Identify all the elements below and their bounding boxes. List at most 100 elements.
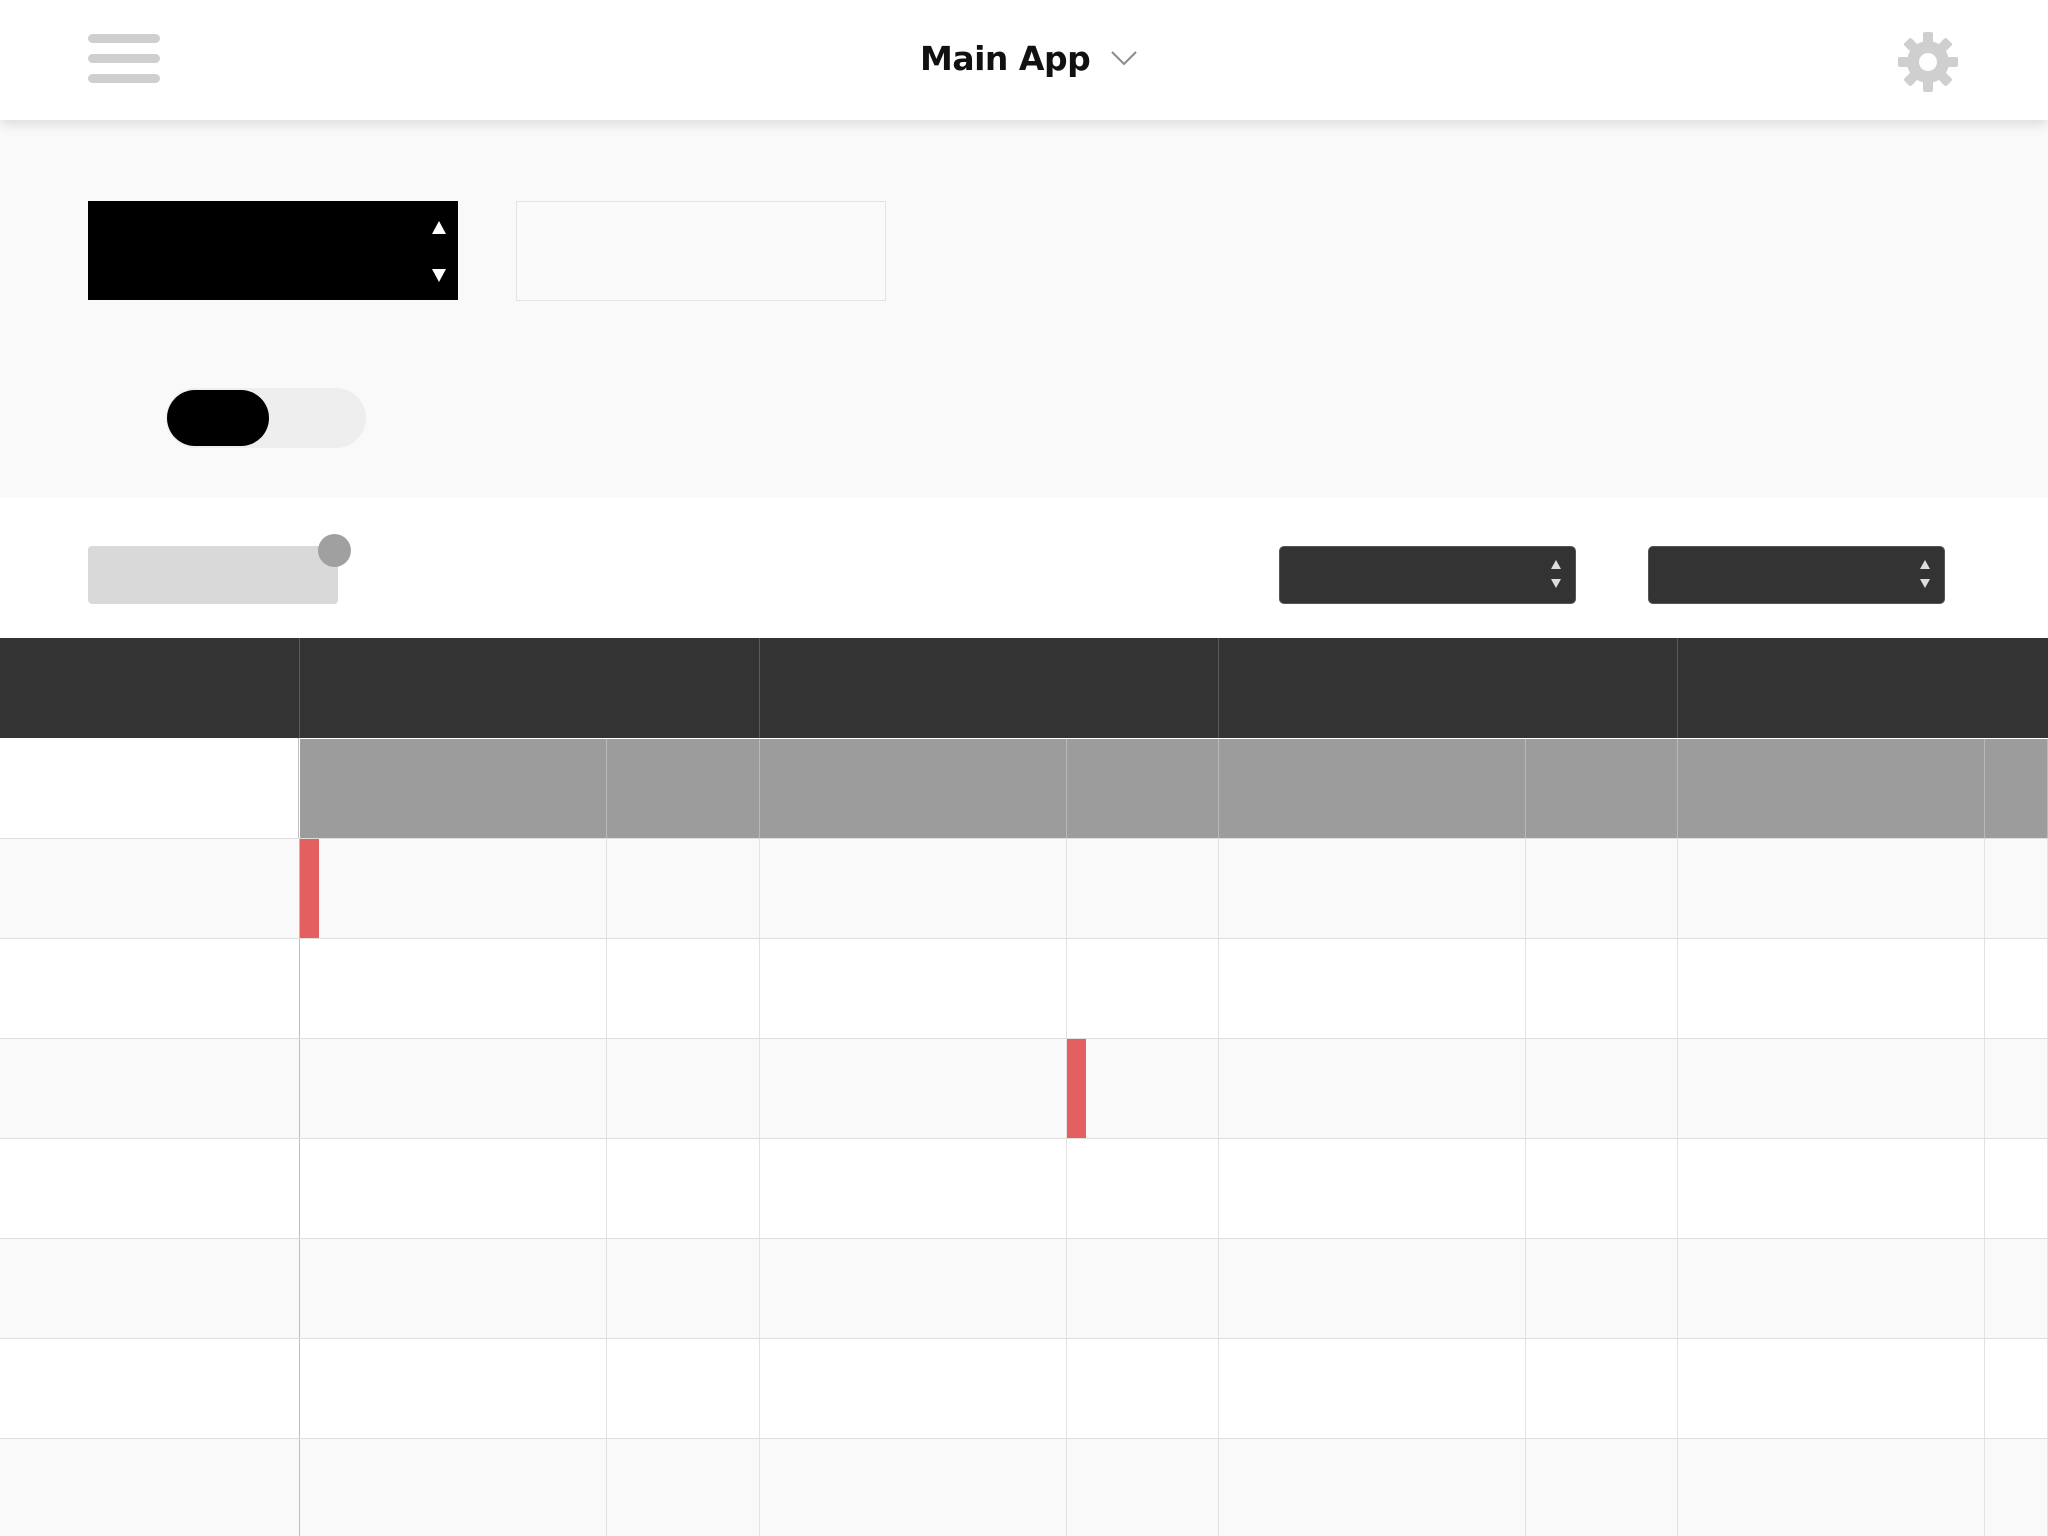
- stepper-down-icon[interactable]: [432, 269, 446, 282]
- grid-cell[interactable]: [1219, 839, 1526, 938]
- grid-row: [0, 1138, 2048, 1238]
- grid-row-label: [0, 1339, 300, 1438]
- grid-cell[interactable]: [760, 939, 1067, 1038]
- hamburger-menu-icon[interactable]: [88, 34, 160, 86]
- grid-cell[interactable]: [607, 1339, 760, 1438]
- grid-cell[interactable]: [607, 839, 760, 938]
- grid-cell[interactable]: [1678, 839, 1985, 938]
- grid-cell[interactable]: [1985, 839, 2048, 938]
- grid-cell[interactable]: [1067, 839, 1219, 938]
- grid-cell[interactable]: [1219, 1039, 1526, 1138]
- grid-cell[interactable]: [760, 839, 1067, 938]
- chevron-down-icon: [1111, 51, 1137, 66]
- grid-cell[interactable]: [1219, 939, 1526, 1038]
- grid-header-cell[interactable]: [1677, 638, 2048, 738]
- app-switcher[interactable]: Main App: [920, 30, 1138, 86]
- grid-row: [0, 1438, 2048, 1536]
- grid-subheader-cell: [300, 739, 607, 838]
- grid-cell[interactable]: [1219, 1439, 1526, 1536]
- select-dropdown-2[interactable]: [1648, 546, 1945, 604]
- grid-cell[interactable]: [300, 1239, 607, 1338]
- grid-cell[interactable]: [1526, 1139, 1678, 1238]
- toggle-knob: [167, 390, 269, 446]
- grid-cell[interactable]: [760, 1439, 1067, 1536]
- grid-cell[interactable]: [1985, 1039, 2048, 1138]
- top-bar: Main App: [0, 0, 2048, 120]
- grid-cell[interactable]: [760, 1139, 1067, 1238]
- grid-subheader-cell: [760, 739, 1067, 838]
- slider-track[interactable]: [88, 546, 338, 604]
- grid-cell[interactable]: [1678, 1239, 1985, 1338]
- grid-cell[interactable]: [607, 1139, 760, 1238]
- grid-cell[interactable]: [1526, 1239, 1678, 1338]
- grid-cell[interactable]: [1678, 939, 1985, 1038]
- text-input[interactable]: [516, 201, 886, 301]
- grid-cell[interactable]: [1219, 1339, 1526, 1438]
- grid-cell[interactable]: [1678, 1339, 1985, 1438]
- grid-cell[interactable]: [607, 939, 760, 1038]
- event-block[interactable]: [1067, 1039, 1086, 1138]
- grid-cell[interactable]: [607, 1439, 760, 1536]
- grid-subheader-cell: [1678, 739, 1985, 838]
- grid-cell[interactable]: [1985, 939, 2048, 1038]
- grid-subheader-cell: [1526, 739, 1678, 838]
- grid-cell[interactable]: [300, 1039, 607, 1138]
- grid-cell[interactable]: [760, 1339, 1067, 1438]
- grid-row: [0, 938, 2048, 1038]
- grid-cell[interactable]: [1067, 1239, 1219, 1338]
- grid-cell[interactable]: [300, 839, 607, 938]
- grid-row-label: [0, 1139, 300, 1238]
- grid-cell[interactable]: [1985, 1139, 2048, 1238]
- select-dropdown-1[interactable]: [1279, 546, 1576, 604]
- grid-cell[interactable]: [760, 1039, 1067, 1138]
- grid-cell[interactable]: [1678, 1139, 1985, 1238]
- slider-thumb[interactable]: [318, 534, 351, 567]
- grid-row-label: [0, 1039, 300, 1138]
- grid-cell[interactable]: [1526, 1339, 1678, 1438]
- grid-cell[interactable]: [1067, 1439, 1219, 1536]
- grid-cell[interactable]: [1678, 1039, 1985, 1138]
- grid-cell[interactable]: [1526, 939, 1678, 1038]
- grid-cell[interactable]: [760, 1239, 1067, 1338]
- grid-cell[interactable]: [1985, 1239, 2048, 1338]
- grid-cell[interactable]: [1067, 1039, 1219, 1138]
- app-title: Main App: [920, 38, 1091, 78]
- grid-header-cell[interactable]: [759, 638, 1218, 738]
- event-block[interactable]: [300, 839, 319, 938]
- grid-subheader-cell: [607, 739, 760, 838]
- grid-header-cell[interactable]: [299, 638, 759, 738]
- grid-subheader-cell: [1067, 739, 1219, 838]
- form-panel: [0, 120, 2048, 498]
- select-down-icon: [1551, 579, 1561, 588]
- grid-cell[interactable]: [1219, 1239, 1526, 1338]
- grid-cell[interactable]: [1219, 1139, 1526, 1238]
- grid-header-row: [0, 638, 2048, 738]
- grid-cell[interactable]: [607, 1239, 760, 1338]
- grid-cell[interactable]: [1526, 1039, 1678, 1138]
- gear-icon[interactable]: [1896, 30, 1960, 94]
- grid-row-label: [0, 1239, 300, 1338]
- select-up-icon: [1920, 560, 1930, 569]
- grid-cell[interactable]: [300, 1139, 607, 1238]
- grid-header-cell[interactable]: [1218, 638, 1677, 738]
- stepper-up-icon[interactable]: [432, 221, 446, 234]
- grid-cell[interactable]: [300, 1439, 607, 1536]
- grid-cell[interactable]: [300, 1339, 607, 1438]
- grid-cell[interactable]: [1526, 839, 1678, 938]
- grid-row-label: [0, 1439, 300, 1536]
- grid-row: [0, 1338, 2048, 1438]
- grid-cell[interactable]: [1067, 1139, 1219, 1238]
- grid-cell[interactable]: [1067, 1339, 1219, 1438]
- grid-cell[interactable]: [1985, 1439, 2048, 1536]
- grid-row-label: [0, 839, 300, 938]
- grid-cell[interactable]: [1678, 1439, 1985, 1536]
- number-stepper[interactable]: [88, 201, 458, 300]
- grid-cell[interactable]: [1067, 939, 1219, 1038]
- grid-subheader-row: [0, 738, 2048, 838]
- grid-subheader-cell: [1219, 739, 1526, 838]
- grid-cell[interactable]: [1985, 1339, 2048, 1438]
- toggle-switch[interactable]: [166, 388, 366, 448]
- grid-cell[interactable]: [300, 939, 607, 1038]
- grid-cell[interactable]: [1526, 1439, 1678, 1536]
- grid-cell[interactable]: [607, 1039, 760, 1138]
